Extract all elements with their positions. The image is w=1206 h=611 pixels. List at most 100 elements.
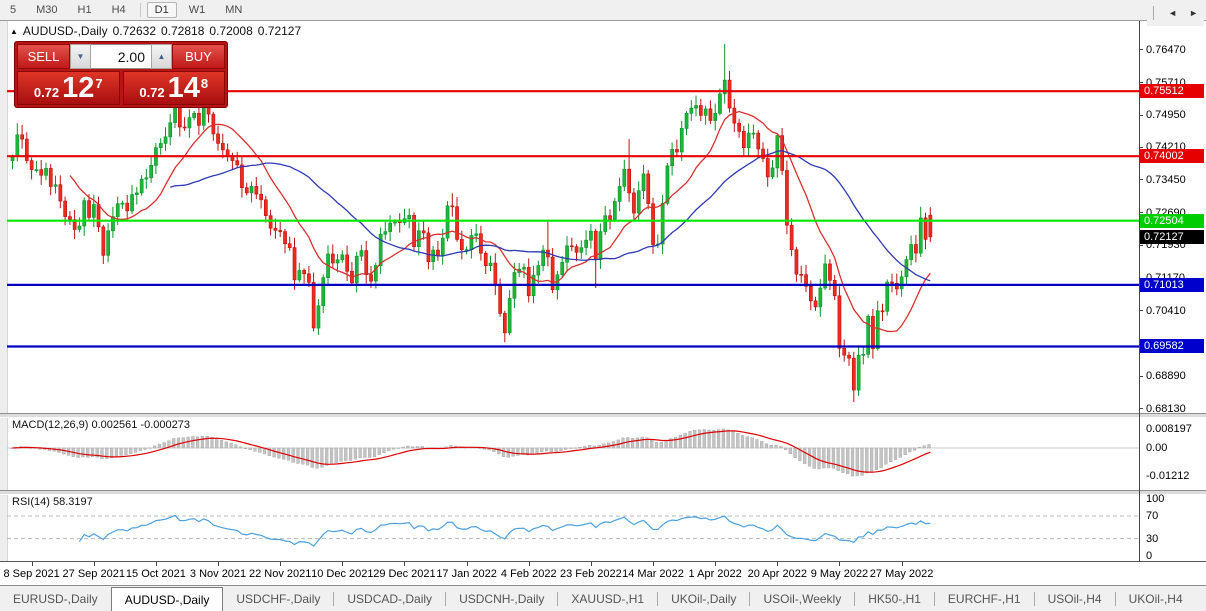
toolbar-separator [140,3,141,17]
timeframe-button-d1[interactable]: D1 [147,2,177,18]
timeframe-button-w1[interactable]: W1 [181,2,214,18]
volume-input[interactable] [91,44,151,69]
symbol-tab-ukoil-h4[interactable]: UKOil-,H4 [1116,586,1196,611]
level-price-badge: 0.72504 [1140,214,1204,228]
date-tick-mark [902,562,903,566]
buy-price-small: 0.72 [139,85,164,100]
ohlc-high: 0.72818 [161,24,204,38]
date-tick-mark [342,562,343,566]
rsi-label: RSI(14) 58.3197 [12,496,93,508]
sell-price-display[interactable]: 0.72 12 7 [17,71,120,105]
symbol-tab-eurchf-h1[interactable]: EURCHF-,H1 [935,586,1034,611]
symbol-tab-eurusd-daily[interactable]: EURUSD-,Daily [0,586,111,611]
date-label: 4 Feb 2022 [501,568,557,580]
level-price-badge: 0.75512 [1140,84,1204,98]
symbol-tab-usoil-h4[interactable]: USOil-,H4 [1035,586,1115,611]
price-tick-label: 0.73450 [1146,173,1186,187]
date-label: 22 Nov 2021 [249,568,311,580]
symbol-tab-hk50-h1[interactable]: HK50-,H1 [855,586,934,611]
sell-price-big: 12 [62,74,94,103]
date-label: 27 May 2022 [870,568,934,580]
current-price-badge: 0.72127 [1140,230,1204,244]
level-price-badge: 0.74002 [1140,149,1204,163]
date-label: 17 Jan 2022 [436,568,497,580]
axis-tick-mark [1139,408,1143,409]
chart-ohlc-header: ▲AUDUSD-,Daily0.726320.728180.720080.721… [10,24,306,38]
volume-increase-button[interactable]: ▲ [151,44,172,69]
price-tick-label: 0.74950 [1146,108,1186,122]
price-tick-label: 0.68890 [1146,369,1186,383]
date-tick-mark [777,562,778,566]
timeframe-button-h4[interactable]: H4 [104,2,134,18]
date-tick-mark [280,562,281,566]
date-tick-mark [218,562,219,566]
axis-tick-mark [1139,376,1143,377]
price-tick-label: 0.70410 [1146,304,1186,318]
date-label: 14 Mar 2022 [622,568,684,580]
timeframe-button-5[interactable]: 5 [2,2,24,18]
symbol-tab-xauusd-h1[interactable]: XAUUSD-,H1 [558,586,657,611]
volume-decrease-button[interactable]: ▼ [70,44,91,69]
symbol-tab-audusd-daily[interactable]: AUDUSD-,Daily [111,587,224,611]
date-label: 23 Feb 2022 [560,568,622,580]
one-click-trade-panel: SELL ▼ ▲ BUY 0.72 12 7 0.72 14 8 [14,41,228,108]
axis-tick-mark [1139,245,1143,246]
date-tick-mark [653,562,654,566]
date-tick-mark [591,562,592,566]
buy-price-display[interactable]: 0.72 14 8 [123,71,226,105]
timeframe-button-m30[interactable]: M30 [28,2,65,18]
date-label: 20 Apr 2022 [748,568,807,580]
axis-tick-mark [1139,310,1143,311]
timeframe-button-mn[interactable]: MN [217,2,250,18]
chart-symbol-label: AUDUSD-,Daily [23,24,108,38]
symbol-tab-usdcnh-daily[interactable]: USDCNH-,Daily [446,586,557,611]
symbol-tab-usdcad-daily[interactable]: USDCAD-,Daily [334,586,445,611]
buy-button[interactable]: BUY [172,44,225,69]
symbol-tab-usdchf-daily[interactable]: USDCHF-,Daily [223,586,333,611]
trading-terminal: { "toolbar": { "items": [ {"label": "5",… [0,0,1206,611]
sell-price-sup: 7 [95,76,102,91]
tab-scroll-separator [1153,6,1154,20]
sell-price-small: 0.72 [34,85,59,100]
level-price-badge: 0.71013 [1140,278,1204,292]
symbol-tab-ukoil-daily[interactable]: UKOil-,Daily [658,586,749,611]
collapse-triangle-icon[interactable]: ▲ [10,27,18,36]
price-tick-label: 0.68130 [1146,402,1186,416]
date-label: 10 Dec 2021 [311,568,373,580]
date-label: 8 Sep 2021 [3,568,59,580]
macd-min-label: -0.01212 [1146,469,1189,483]
price-tick-label: 0.76470 [1146,43,1186,57]
axis-tick-mark [1139,147,1143,148]
macd-label: MACD(12,26,9) 0.002561 -0.000273 [12,419,190,431]
level-price-badge: 0.69582 [1140,339,1204,353]
chart-window: 0.764700.757100.749500.742100.734500.726… [0,20,1206,586]
date-tick-mark [156,562,157,566]
rsi-axis-label: 0 [1146,549,1152,563]
date-label: 9 May 2022 [811,568,868,580]
date-tick-mark [529,562,530,566]
date-tick-mark [404,562,405,566]
axis-tick-mark [1139,179,1143,180]
axis-tick-mark [1139,115,1143,116]
date-tick-mark [839,562,840,566]
tab-scroll-right-arrow[interactable]: ► [1183,6,1204,20]
timeframe-toolbar: 5M30 H1H4 D1W1MN [0,0,1206,21]
tab-scroll-controls: ◄ ► [1147,0,1204,26]
sell-button[interactable]: SELL [17,44,70,69]
timeframe-button-h1[interactable]: H1 [70,2,100,18]
date-label: 29 Dec 2021 [373,568,435,580]
date-label: 27 Sep 2021 [63,568,125,580]
date-tick-mark [32,562,33,566]
ohlc-open: 0.72632 [113,24,156,38]
symbol-tab-bar: EURUSD-,DailyAUDUSD-,DailyUSDCHF-,DailyU… [0,585,1206,611]
date-tick-mark [715,562,716,566]
macd-max-label: 0.008197 [1146,422,1192,436]
rsi-axis-label: 100 [1146,492,1164,506]
rsi-indicator-canvas [7,493,1139,561]
axis-tick-mark [1139,49,1143,50]
macd-zero-label: 0.00 [1146,441,1167,455]
date-tick-mark [467,562,468,566]
axis-tick-mark [1139,82,1143,83]
symbol-tab-usoil-weekly[interactable]: USOil-,Weekly [750,586,854,611]
tab-scroll-left-arrow[interactable]: ◄ [1162,6,1183,20]
